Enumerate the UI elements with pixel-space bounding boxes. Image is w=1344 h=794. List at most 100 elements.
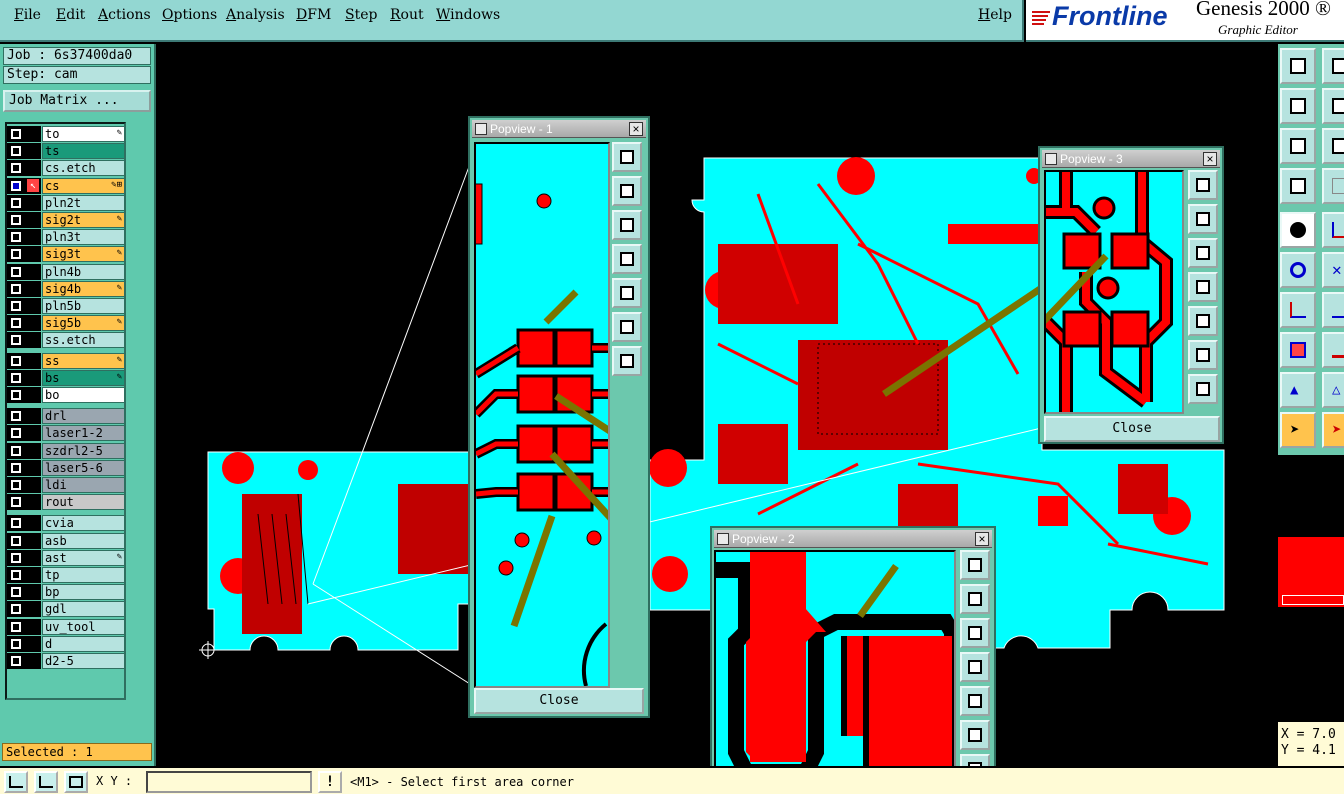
popview-1-pan-right-button[interactable]	[612, 278, 642, 308]
layer-name[interactable]: bo	[42, 387, 125, 403]
layer-visibility-toggle[interactable]	[7, 315, 41, 332]
layer-visibility-toggle[interactable]	[7, 494, 41, 511]
layer-row-ts[interactable]: ts	[7, 143, 125, 160]
layer-name[interactable]: sig5b	[42, 315, 125, 332]
layer-visibility-toggle[interactable]	[7, 160, 41, 177]
layer-name[interactable]: uv_tool	[42, 618, 125, 635]
popview-1-pan-up-button[interactable]	[612, 176, 642, 206]
layer-visibility-toggle[interactable]	[7, 618, 41, 635]
popview-1-pan-left-button[interactable]	[612, 244, 642, 274]
pan-up-button[interactable]	[1322, 48, 1344, 84]
layer-row-rout[interactable]: rout	[7, 494, 125, 511]
layer-row-uv_tool[interactable]: uv_tool	[7, 618, 125, 635]
layer-row-d[interactable]: d	[7, 635, 125, 652]
layer-visibility-toggle[interactable]	[7, 567, 41, 583]
layer-row-ss[interactable]: ss ✎	[7, 352, 125, 369]
pan-right-button[interactable]	[1322, 88, 1344, 124]
layer-visibility-toggle[interactable]	[7, 387, 41, 403]
layer-name[interactable]: sig4b	[42, 280, 125, 297]
layer-row-asb[interactable]: asb	[7, 532, 125, 549]
popview-1-close-button[interactable]: Close	[474, 688, 644, 714]
popview-3-pan-up-button[interactable]	[1188, 204, 1218, 234]
layer-name[interactable]: sig3t	[42, 246, 125, 263]
layer-row-bs[interactable]: bs ✎	[7, 369, 125, 386]
layer-visibility-toggle[interactable]: ↖	[7, 177, 41, 194]
connect-button[interactable]	[1280, 252, 1316, 288]
pad-button[interactable]	[1280, 332, 1316, 368]
popview-3-view[interactable]	[1044, 170, 1184, 414]
layer-row-sig4b[interactable]: sig4b ✎	[7, 280, 125, 297]
layer-row-ast[interactable]: ast ✎	[7, 549, 125, 566]
popview-2-view[interactable]	[714, 550, 956, 794]
layer-visibility-toggle[interactable]	[7, 477, 41, 493]
layer-visibility-toggle[interactable]	[7, 635, 41, 652]
layer-visibility-toggle[interactable]	[7, 515, 41, 532]
layer-visibility-toggle[interactable]	[7, 408, 41, 425]
menu-rout[interactable]: Rout	[390, 7, 424, 23]
layer-visibility-toggle[interactable]	[7, 549, 41, 566]
popview-2-pan-down-button[interactable]	[960, 618, 990, 648]
layer-name[interactable]: ss.etch	[42, 332, 125, 349]
layer-row-bo[interactable]: bo	[7, 387, 125, 403]
layer-row-drl[interactable]: drl	[7, 408, 125, 425]
menu-analysis[interactable]: Analysis	[226, 7, 285, 23]
menu-windows[interactable]: Windows	[436, 7, 500, 23]
layer-row-ss.etch[interactable]: ss.etch	[7, 332, 125, 349]
popview-2-close-icon[interactable]: ×	[975, 532, 989, 546]
layer-row-cs.etch[interactable]: cs.etch	[7, 160, 125, 177]
popview-1-zoom-out-button[interactable]	[612, 346, 642, 376]
menu-actions[interactable]: Actions	[98, 7, 151, 23]
layer-row-cs[interactable]: ↖ cs ✎⊞	[7, 177, 125, 194]
layer-row-gdl[interactable]: gdl	[7, 601, 125, 618]
menu-edit[interactable]: Edit	[56, 7, 85, 23]
menu-file[interactable]: File	[14, 7, 41, 23]
layer-name[interactable]: ts	[42, 143, 125, 160]
layer-name[interactable]: cs.etch	[42, 160, 125, 177]
layer-visibility-toggle[interactable]	[7, 584, 41, 601]
layer-name[interactable]: tp	[42, 567, 125, 583]
menu-dfm[interactable]: DFM	[296, 7, 331, 23]
popview-3-pan-down-button[interactable]	[1188, 238, 1218, 268]
layer-visibility-toggle[interactable]	[7, 229, 41, 246]
layer-name[interactable]: pln3t	[42, 229, 125, 246]
layer-name[interactable]: pln2t	[42, 194, 125, 211]
layer-name[interactable]: to	[42, 126, 125, 142]
layer-name[interactable]: rout	[42, 494, 125, 511]
layer-visibility-toggle[interactable]	[7, 653, 41, 669]
pointer-button[interactable]: ➤	[1280, 412, 1316, 448]
layer-visibility-toggle[interactable]	[7, 212, 41, 228]
layer-visibility-toggle[interactable]	[7, 332, 41, 349]
menu-help[interactable]: Help	[978, 7, 1012, 23]
layer-visibility-toggle[interactable]	[7, 532, 41, 549]
layer-row-sig3t[interactable]: sig3t ✎	[7, 246, 125, 263]
layer-visibility-toggle[interactable]	[7, 352, 41, 369]
popview-1-zoom-in-button[interactable]	[612, 312, 642, 342]
layer-row-pln3t[interactable]: pln3t	[7, 229, 125, 246]
layer-row-laser5-6[interactable]: laser5-6	[7, 459, 125, 476]
measure-button[interactable]	[1280, 168, 1316, 204]
grid-snap-button[interactable]	[64, 771, 88, 793]
layer-visibility-toggle[interactable]	[7, 246, 41, 263]
layer-visibility-toggle[interactable]	[7, 369, 41, 386]
job-matrix-button[interactable]: Job Matrix ...	[3, 90, 151, 112]
popview-3-zoom-out-button[interactable]	[1188, 374, 1218, 404]
popview-2-pan-up-button[interactable]	[960, 584, 990, 614]
layer-visibility-toggle[interactable]	[7, 425, 41, 442]
triangle-button[interactable]: ▲	[1280, 372, 1316, 408]
layer-visibility-toggle[interactable]	[7, 601, 41, 618]
layer-row-ldi[interactable]: ldi	[7, 477, 125, 493]
layer-name[interactable]: gdl	[42, 601, 125, 618]
layer-name[interactable]: laser5-6	[42, 459, 125, 476]
layer-visibility-toggle[interactable]	[7, 442, 41, 459]
slope-button[interactable]	[1322, 292, 1344, 328]
overview-map[interactable]	[1278, 452, 1344, 722]
layer-visibility-toggle[interactable]	[7, 126, 41, 142]
layer-row-d2-5[interactable]: d2-5	[7, 653, 125, 669]
layer-name[interactable]: ldi	[42, 477, 125, 493]
popview-3-pan-right-button[interactable]	[1188, 306, 1218, 336]
layer-row-tp[interactable]: tp	[7, 567, 125, 583]
popview-3-titlebar[interactable]: Popview - 3 ×	[1042, 150, 1220, 168]
layer-name[interactable]: ss	[42, 352, 125, 369]
select-feature-button[interactable]	[1280, 212, 1316, 248]
layer-name[interactable]: sig2t	[42, 212, 125, 228]
